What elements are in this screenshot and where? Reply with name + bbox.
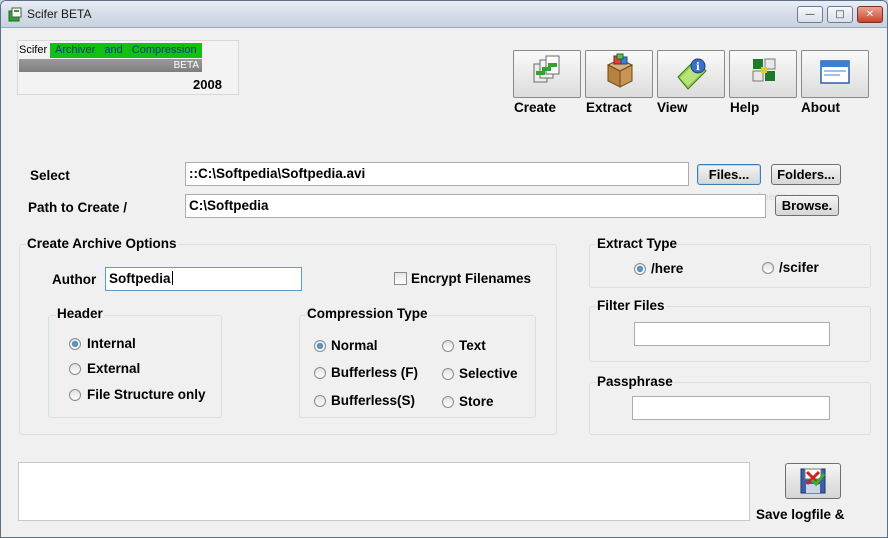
client-area: Scifer Archiver and Compression BETA 200… <box>1 28 887 537</box>
encrypt-filenames-label[interactable]: Encrypt Filenames <box>411 271 531 286</box>
svg-text:i: i <box>696 62 700 73</box>
path-to-create-label: Path to Create / <box>28 200 128 215</box>
create-archive-icon <box>533 55 560 83</box>
logo-banner: Scifer Archiver and Compression BETA 200… <box>17 40 239 95</box>
passphrase-title: Passphrase <box>596 374 674 389</box>
extract-box-icon <box>606 53 634 88</box>
filter-files-input[interactable] <box>634 322 830 346</box>
compression-normal-radio[interactable] <box>314 340 326 352</box>
header-file-structure-radio[interactable] <box>69 389 81 401</box>
about-label: About <box>801 100 840 115</box>
extract-label: Extract <box>586 100 632 115</box>
compression-normal-label[interactable]: Normal <box>331 338 378 353</box>
extract-scifer-radio[interactable] <box>762 262 774 274</box>
path-to-create-input[interactable]: C:\Softpedia <box>185 194 766 218</box>
compression-title: Compression Type <box>306 306 429 321</box>
help-icon <box>752 58 776 82</box>
browse-button[interactable]: Browse. <box>775 195 839 216</box>
compression-bufferless-s-radio[interactable] <box>314 395 326 407</box>
header-file-structure-label[interactable]: File Structure only <box>87 387 206 402</box>
maximize-button[interactable]: □ <box>827 6 853 23</box>
create-options-title: Create Archive Options <box>26 236 178 251</box>
logo-beta: BETA <box>173 60 199 71</box>
select-label: Select <box>30 168 70 183</box>
logo-bar: BETA <box>19 59 202 72</box>
view-button[interactable]: i <box>657 50 725 98</box>
scifer-app-icon <box>8 7 22 22</box>
about-window-icon <box>820 60 850 84</box>
compression-bufferless-f-label[interactable]: Bufferless (F) <box>331 365 418 380</box>
compression-bufferless-s-label[interactable]: Bufferless(S) <box>331 393 415 408</box>
title-bar[interactable]: Scifer BETA — □ ✕ <box>1 1 887 28</box>
save-disk-icon <box>800 468 826 494</box>
extract-here-label[interactable]: /here <box>651 261 683 276</box>
app-window: Scifer BETA — □ ✕ Scifer Archiver and Co… <box>0 0 888 538</box>
save-logfile-button[interactable] <box>785 463 841 499</box>
window-title: Scifer BETA <box>27 7 92 21</box>
author-label: Author <box>52 272 97 287</box>
header-external-label[interactable]: External <box>87 361 140 376</box>
help-label: Help <box>730 100 760 115</box>
extract-button[interactable] <box>585 50 653 98</box>
view-info-icon: i <box>677 58 707 90</box>
compression-store-label[interactable]: Store <box>459 394 494 409</box>
text-cursor <box>171 271 173 285</box>
compression-selective-radio[interactable] <box>442 368 454 380</box>
help-button[interactable] <box>729 50 797 98</box>
view-label: View <box>657 100 688 115</box>
passphrase-input[interactable] <box>632 396 830 420</box>
header-title: Header <box>56 306 104 321</box>
compression-bufferless-f-radio[interactable] <box>314 367 326 379</box>
encrypt-filenames-checkbox[interactable] <box>394 272 407 285</box>
log-textarea[interactable] <box>18 462 750 521</box>
compression-selective-label[interactable]: Selective <box>459 366 518 381</box>
extract-here-radio[interactable] <box>634 263 646 275</box>
create-button[interactable] <box>513 50 581 98</box>
logo-tagline: Archiver and Compression <box>50 43 202 58</box>
about-button[interactable] <box>801 50 869 98</box>
compression-text-label[interactable]: Text <box>459 338 486 353</box>
select-path-input[interactable]: ::C:\Softpedia\Softpedia.avi <box>185 162 689 186</box>
save-logfile-label: Save logfile & <box>756 507 845 522</box>
files-button[interactable]: Files... <box>697 164 761 185</box>
create-label: Create <box>514 100 557 115</box>
filter-files-title: Filter Files <box>596 298 666 313</box>
folders-button[interactable]: Folders... <box>771 164 841 185</box>
extract-type-title: Extract Type <box>596 236 679 251</box>
compression-text-radio[interactable] <box>442 340 454 352</box>
logo-name: Scifer <box>19 44 48 56</box>
compression-store-radio[interactable] <box>442 396 454 408</box>
header-internal-radio[interactable] <box>69 338 81 350</box>
author-value: Softpedia <box>109 271 171 286</box>
minimize-button[interactable]: — <box>797 6 823 23</box>
header-internal-label[interactable]: Internal <box>87 336 136 351</box>
extract-scifer-label[interactable]: /scifer <box>779 260 819 275</box>
header-external-radio[interactable] <box>69 363 81 375</box>
close-button[interactable]: ✕ <box>857 6 883 23</box>
logo-year: 2008 <box>193 77 222 92</box>
author-input[interactable]: Softpedia <box>105 267 302 291</box>
